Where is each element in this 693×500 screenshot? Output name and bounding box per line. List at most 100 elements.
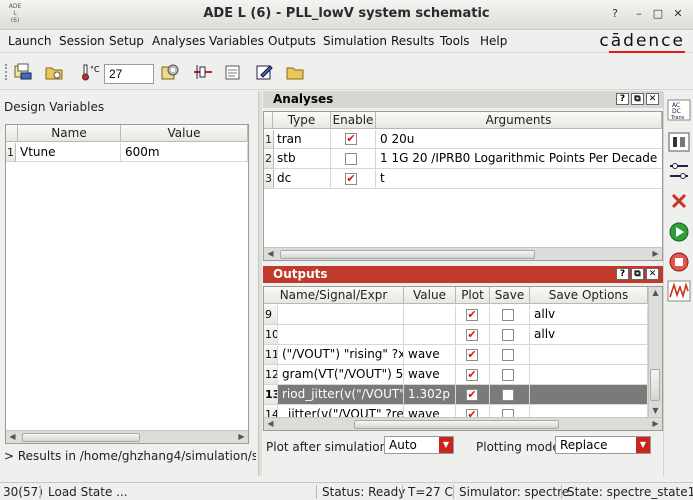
scroll-right-arrow[interactable]: ▶ bbox=[235, 431, 248, 443]
output-value-cell[interactable] bbox=[404, 325, 456, 345]
model-library-icon[interactable] bbox=[160, 63, 180, 81]
folder-icon[interactable] bbox=[285, 63, 305, 81]
scroll-left-arrow[interactable]: ◀ bbox=[264, 248, 277, 260]
output-expression-cell[interactable]: gram(VT("/VOUT") 5e-... bbox=[278, 365, 404, 385]
plotting-mode-select[interactable]: Replace ▼ bbox=[555, 436, 651, 454]
scroll-thumb[interactable] bbox=[22, 433, 140, 442]
column-header-name[interactable]: Name bbox=[18, 125, 121, 142]
scroll-left-arrow[interactable]: ◀ bbox=[264, 418, 277, 430]
analysis-type-cell[interactable]: tran bbox=[273, 130, 331, 149]
arguments-cell[interactable]: 1 1G 20 /IPRB0 Logarithmic Points Per De… bbox=[376, 149, 662, 169]
column-header-plot[interactable]: Plot bbox=[456, 287, 490, 304]
output-value-cell[interactable]: wave bbox=[404, 345, 456, 365]
open-session-icon[interactable] bbox=[13, 63, 33, 81]
run-icon[interactable] bbox=[667, 220, 691, 244]
help-icon[interactable]: ? bbox=[616, 268, 629, 280]
float-panel-icon[interactable]: ⧉ bbox=[631, 268, 644, 280]
output-expression-cell[interactable]: ("/VOUT") "rising" ?xN... bbox=[278, 345, 404, 365]
column-header-save-options[interactable]: Save Options bbox=[530, 287, 648, 304]
scroll-right-arrow[interactable]: ▶ bbox=[649, 248, 662, 260]
menu-launch[interactable]: Launch bbox=[8, 34, 51, 48]
column-header-enable[interactable]: Enable bbox=[331, 112, 376, 129]
horizontal-scrollbar[interactable]: ◀ ▶ bbox=[264, 247, 662, 260]
save-options-cell[interactable]: allv bbox=[530, 325, 648, 345]
edit-form-icon[interactable] bbox=[255, 63, 275, 81]
save-options-cell[interactable] bbox=[530, 365, 648, 385]
close-panel-icon[interactable]: ✕ bbox=[646, 268, 659, 280]
probe-node-icon[interactable] bbox=[192, 63, 212, 81]
horizontal-scrollbar[interactable]: ◀ ▶ bbox=[6, 430, 248, 443]
save-options-cell[interactable]: allv bbox=[530, 305, 648, 325]
arguments-cell[interactable]: 0 20u bbox=[376, 130, 662, 149]
schematic-select-icon[interactable] bbox=[667, 160, 691, 184]
stop-icon[interactable] bbox=[667, 250, 691, 274]
arguments-cell[interactable]: t bbox=[376, 169, 662, 189]
open-folder-icon[interactable] bbox=[44, 63, 64, 81]
save-checkbox[interactable] bbox=[502, 369, 514, 381]
temperature-input[interactable] bbox=[104, 64, 154, 84]
vertical-scrollbar[interactable]: ▲ ▼ bbox=[648, 287, 662, 418]
save-checkbox[interactable] bbox=[502, 349, 514, 361]
column-header-arguments[interactable]: Arguments bbox=[376, 112, 662, 129]
menu-session[interactable]: Session bbox=[59, 34, 105, 48]
plot-after-simulation-select[interactable]: Auto ▼ bbox=[384, 436, 454, 454]
toolbar-grip[interactable] bbox=[5, 64, 9, 80]
enable-checkbox[interactable]: ✔ bbox=[345, 133, 357, 145]
save-checkbox[interactable] bbox=[502, 309, 514, 321]
scroll-thumb[interactable] bbox=[280, 250, 535, 259]
output-expression-cell[interactable]: riod_jitter(v("/VOUT" ... bbox=[278, 385, 404, 405]
help-window-button[interactable]: ? bbox=[608, 7, 622, 21]
output-value-cell[interactable]: wave bbox=[404, 365, 456, 385]
column-header-save[interactable]: Save bbox=[490, 287, 530, 304]
panel-splitter[interactable] bbox=[258, 91, 262, 476]
maximize-button[interactable]: □ bbox=[651, 7, 665, 21]
close-panel-icon[interactable]: ✕ bbox=[646, 93, 659, 105]
output-value-cell[interactable] bbox=[404, 305, 456, 325]
delete-icon[interactable] bbox=[667, 189, 691, 213]
plot-checkbox[interactable]: ✔ bbox=[466, 329, 478, 341]
menu-variables[interactable]: Variables bbox=[209, 34, 264, 48]
column-header-name-signal-expr[interactable]: Name/Signal/Expr bbox=[264, 287, 404, 304]
output-expression-cell[interactable] bbox=[278, 325, 404, 345]
scroll-thumb[interactable] bbox=[650, 369, 660, 401]
plot-checkbox[interactable]: ✔ bbox=[466, 309, 478, 321]
column-header-value[interactable]: Value bbox=[404, 287, 456, 304]
analysis-type-cell[interactable]: dc bbox=[273, 169, 331, 189]
column-header-value[interactable]: Value bbox=[121, 125, 248, 142]
enable-checkbox[interactable]: ✔ bbox=[345, 173, 357, 185]
save-options-cell[interactable] bbox=[530, 345, 648, 365]
menu-analyses[interactable]: Analyses bbox=[152, 34, 206, 48]
netlist-icon[interactable] bbox=[223, 63, 243, 81]
menu-tools[interactable]: Tools bbox=[440, 34, 470, 48]
float-panel-icon[interactable]: ⧉ bbox=[631, 93, 644, 105]
menu-simulation[interactable]: Simulation bbox=[323, 34, 387, 48]
menu-outputs[interactable]: Outputs bbox=[268, 34, 316, 48]
save-checkbox[interactable] bbox=[502, 389, 514, 401]
scroll-up-arrow[interactable]: ▲ bbox=[649, 287, 662, 299]
menu-results[interactable]: Results bbox=[391, 34, 434, 48]
close-window-button[interactable]: ✕ bbox=[671, 7, 685, 21]
save-checkbox[interactable] bbox=[502, 329, 514, 341]
column-header-type[interactable]: Type bbox=[273, 112, 331, 129]
scroll-thumb[interactable] bbox=[354, 420, 559, 429]
analysis-type-cell[interactable]: stb bbox=[273, 149, 331, 169]
output-expression-cell[interactable] bbox=[278, 305, 404, 325]
scroll-down-arrow[interactable]: ▼ bbox=[649, 405, 662, 417]
variable-value-cell[interactable]: 600m bbox=[121, 143, 248, 162]
variable-name-cell[interactable]: Vtune bbox=[16, 143, 121, 162]
waveform-icon[interactable] bbox=[667, 279, 691, 303]
horizontal-scrollbar[interactable]: ◀ ▶ bbox=[264, 417, 662, 430]
scroll-left-arrow[interactable]: ◀ bbox=[6, 431, 19, 443]
output-value-cell[interactable]: 1.302p bbox=[404, 385, 456, 405]
plot-checkbox[interactable]: ✔ bbox=[466, 389, 478, 401]
chevron-down-icon[interactable]: ▼ bbox=[636, 437, 650, 453]
save-options-cell[interactable] bbox=[530, 385, 648, 405]
minimize-button[interactable]: – bbox=[632, 7, 646, 21]
menu-setup[interactable]: Setup bbox=[109, 34, 144, 48]
chevron-down-icon[interactable]: ▼ bbox=[439, 437, 453, 453]
plot-checkbox[interactable]: ✔ bbox=[466, 349, 478, 361]
scroll-right-arrow[interactable]: ▶ bbox=[649, 418, 662, 430]
ac-dc-trans-icon[interactable]: AC DC Trans bbox=[667, 98, 691, 122]
plot-checkbox[interactable]: ✔ bbox=[466, 369, 478, 381]
parameter-icon[interactable] bbox=[667, 130, 691, 154]
